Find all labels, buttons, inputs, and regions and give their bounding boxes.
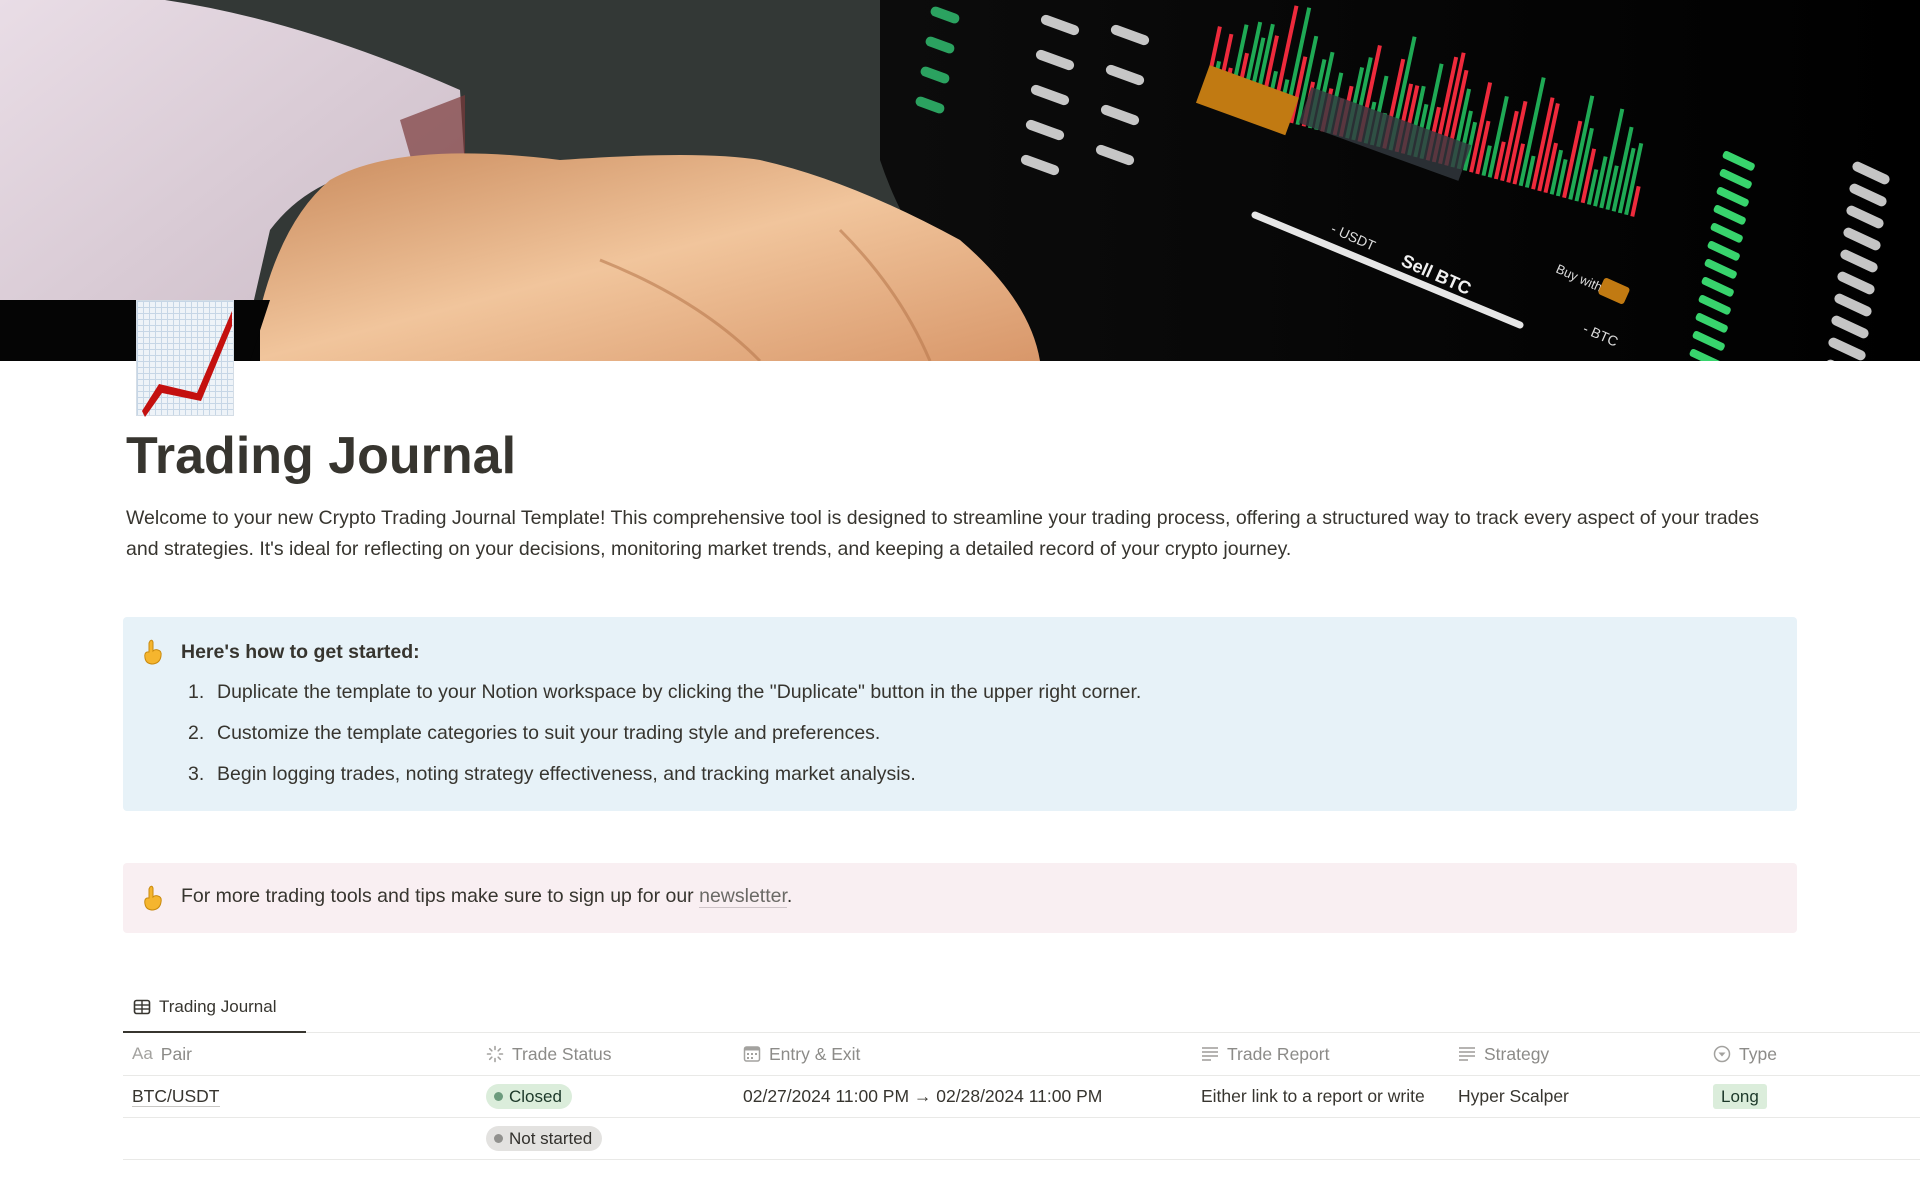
newsletter-callout: For more trading tools and tips make sur… (123, 863, 1797, 933)
table-header-row: Aa Pair Trade Status Entry & Exit Trade … (123, 1033, 1920, 1076)
status-icon (486, 1045, 504, 1063)
status-dot (494, 1092, 503, 1101)
table-icon (133, 998, 151, 1016)
select-property-icon (1713, 1045, 1731, 1063)
intro-paragraph: Welcome to your new Crypto Trading Journ… (126, 507, 1760, 560)
steps-list: 1. Duplicate the template to your Notion … (188, 680, 1141, 803)
column-header-trade-status[interactable]: Trade Status (486, 1033, 736, 1075)
step-item: 3. Begin logging trades, noting strategy … (188, 762, 1141, 803)
trade-status-cell[interactable]: Closed (486, 1076, 736, 1117)
entry-exit-cell[interactable]: 02/27/2024 11:00 PM → 02/28/2024 11:00 P… (743, 1076, 1203, 1117)
newsletter-text: For more trading tools and tips make sur… (181, 885, 792, 908)
strategy-cell[interactable] (1458, 1118, 1708, 1159)
type-cell[interactable] (1713, 1118, 1913, 1159)
status-label: Closed (509, 1086, 562, 1106)
step-item: 2. Customize the template categories to s… (188, 721, 1141, 762)
step-item: 1. Duplicate the template to your Notion … (188, 680, 1141, 721)
step-text: Begin logging trades, noting strategy ef… (217, 763, 916, 785)
column-header-entry-exit[interactable]: Entry & Exit (743, 1033, 1203, 1075)
status-label: Not started (509, 1128, 593, 1148)
trade-report-cell[interactable]: Either link to a report or write (1201, 1076, 1446, 1117)
tab-label: Trading Journal (159, 996, 277, 1016)
newsletter-text-before: For more trading tools and tips make sur… (181, 885, 700, 907)
column-label: Trade Report (1227, 1043, 1330, 1064)
status-badge: Not started (486, 1126, 603, 1151)
newsletter-text-after: . (786, 885, 793, 907)
pointing-up-icon (143, 885, 163, 917)
text-property-icon (1458, 1045, 1476, 1063)
table-row[interactable]: BTC/USDT Closed 02/27/2024 11:00 PM → 02… (123, 1076, 1920, 1118)
column-label: Trade Status (512, 1043, 612, 1064)
column-label: Pair (160, 1043, 192, 1064)
status-badge: Closed (486, 1084, 572, 1109)
pair-link[interactable]: BTC/USDT (132, 1086, 220, 1107)
status-dot (494, 1134, 503, 1143)
page-title[interactable]: Trading Journal (126, 424, 516, 488)
pointing-up-icon (143, 639, 163, 671)
column-header-trade-report[interactable]: Trade Report (1201, 1033, 1446, 1075)
column-header-pair[interactable]: Aa Pair (132, 1033, 487, 1075)
newsletter-link[interactable]: newsletter (699, 885, 787, 908)
column-header-strategy[interactable]: Strategy (1458, 1033, 1708, 1075)
trade-status-cell[interactable]: Not started (486, 1118, 736, 1159)
calendar-icon (743, 1045, 761, 1063)
database-view-tabs: Trading Journal (123, 982, 1920, 1033)
step-number: 3. (188, 763, 205, 785)
type-cell[interactable]: Long (1713, 1076, 1913, 1117)
cover-photo-illustration: Sell BTC - USDT Buy with - BTC (0, 0, 1920, 361)
column-header-type[interactable]: Type (1713, 1033, 1913, 1075)
strategy-cell[interactable]: Hyper Scalper (1458, 1076, 1708, 1117)
chart-increasing-icon[interactable] (136, 300, 234, 417)
step-text: Customize the template categories to sui… (217, 722, 881, 744)
text-property-icon (1201, 1045, 1219, 1063)
cover-image: Sell BTC - USDT Buy with - BTC (0, 0, 1920, 361)
type-tag: Long (1713, 1084, 1767, 1109)
column-label: Type (1739, 1043, 1777, 1064)
step-text: Duplicate the template to your Notion wo… (217, 681, 1142, 703)
title-property-icon: Aa (132, 1044, 153, 1063)
tab-trading-journal[interactable]: Trading Journal (123, 982, 306, 1033)
step-number: 1. (188, 681, 205, 703)
column-label: Entry & Exit (769, 1043, 861, 1064)
trading-journal-table: Aa Pair Trade Status Entry & Exit Trade … (123, 1033, 1920, 1160)
pair-cell[interactable] (132, 1118, 487, 1159)
get-started-callout: Here's how to get started: 1. Duplicate t… (123, 617, 1797, 811)
trade-report-cell[interactable] (1201, 1118, 1446, 1159)
callout-heading: Here's how to get started: (181, 641, 420, 663)
table-row[interactable]: Not started (123, 1118, 1920, 1160)
column-label: Strategy (1484, 1043, 1550, 1064)
entry-exit-cell[interactable] (743, 1118, 1203, 1159)
step-number: 2. (188, 722, 205, 744)
pair-cell[interactable]: BTC/USDT (132, 1076, 487, 1117)
